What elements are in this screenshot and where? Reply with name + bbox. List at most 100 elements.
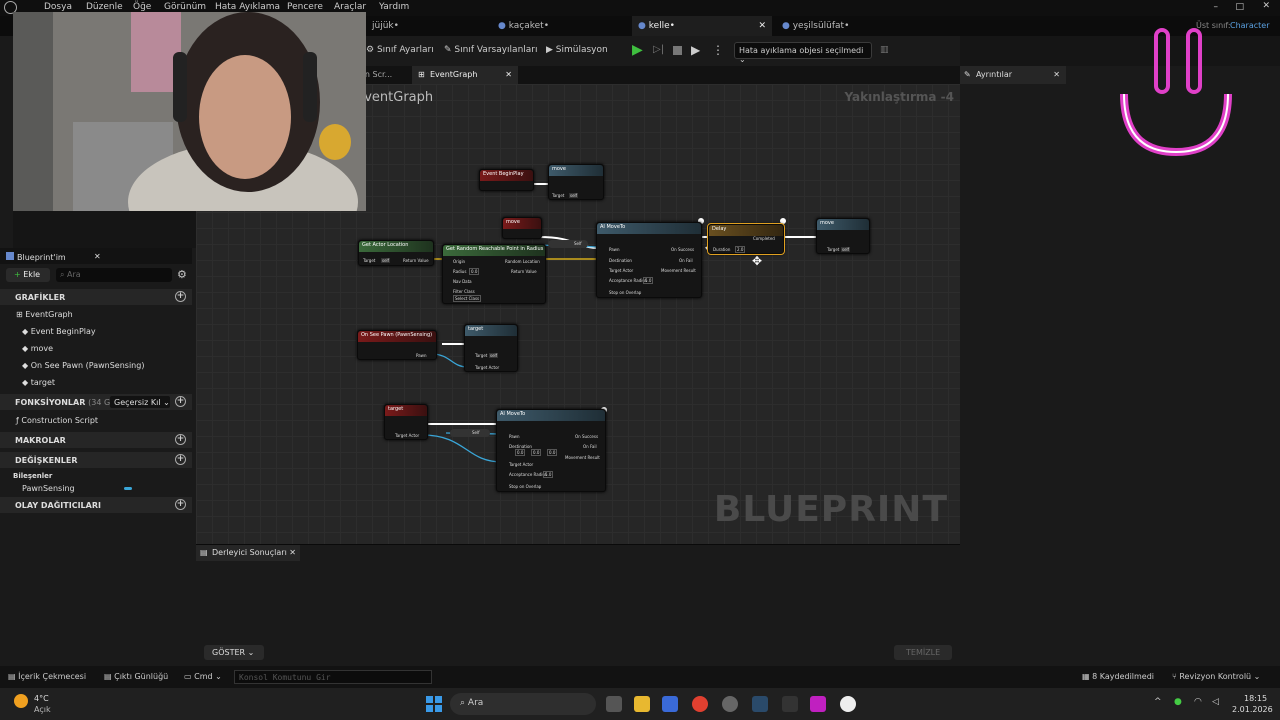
pin-target-actor[interactable]: Target Actor: [609, 268, 633, 273]
tree-item-construction-script[interactable]: ƒ Construction Script: [16, 416, 208, 425]
section-variables[interactable]: DEĞİŞKENLER +: [0, 452, 192, 468]
node-target-event[interactable]: target Target Actor: [384, 404, 428, 440]
content-drawer-button[interactable]: ▤ İçerik Çekmecesi: [8, 672, 86, 681]
pin-return-value[interactable]: Return Value: [511, 269, 537, 274]
add-macro-icon[interactable]: +: [175, 434, 186, 445]
node-get-actor-location[interactable]: Get Actor Location Target self Return Va…: [358, 240, 434, 266]
taskbar-search[interactable]: ⌕ Ara: [450, 693, 596, 715]
clock-time[interactable]: 18:15: [1244, 694, 1267, 703]
pin-target-actor[interactable]: Target Actor: [509, 462, 533, 467]
tab-kelle[interactable]: ● kelle• ✕: [632, 16, 772, 36]
step-icon[interactable]: ▷|: [653, 44, 664, 55]
pin-acceptance-radius[interactable]: Acceptance Radius: [509, 472, 547, 477]
more-options-icon[interactable]: ⋮: [712, 43, 724, 57]
tree-item-event-beginplay[interactable]: ◆ Event BeginPlay: [22, 327, 214, 336]
panel-tab[interactable]: Blueprint'im ✕: [0, 248, 192, 264]
node-random-reachable-point[interactable]: Get Random Reachable Point in Radius Ori…: [442, 244, 546, 304]
object-wire[interactable]: [421, 434, 503, 463]
tree-item-move[interactable]: ◆ move: [22, 344, 214, 353]
node-target-call[interactable]: target Target self Target Actor: [464, 324, 518, 372]
compiler-tab[interactable]: ▤ Derleyici Sonuçları ✕: [196, 545, 300, 561]
tab-kacaket[interactable]: ● kaçaket•: [492, 16, 628, 36]
weather-temp[interactable]: 4°C: [34, 694, 49, 703]
destination-x[interactable]: 0.0: [515, 449, 526, 456]
section-graphs[interactable]: GRAFİKLER +: [0, 289, 192, 305]
filter-class-select[interactable]: Select Class: [453, 295, 482, 302]
close-tab-icon[interactable]: ✕: [94, 252, 101, 261]
pin-on-fail[interactable]: On Fail: [583, 444, 597, 449]
section-functions[interactable]: FONKSİYONLAR (34 GEÇERSİZ Geçersiz Kıl ⌄…: [0, 394, 192, 410]
pin-pawn[interactable]: Pawn: [416, 353, 427, 358]
eject-icon[interactable]: ▶: [691, 43, 700, 57]
tab-yesilsulufat[interactable]: ● yeşilsülüfat•: [776, 16, 916, 36]
pin-target[interactable]: Target: [475, 353, 487, 358]
pin-target-actor[interactable]: Target Actor: [395, 433, 419, 438]
add-button[interactable]: + Ekle: [6, 268, 50, 282]
wifi-icon[interactable]: ◠: [1194, 697, 1202, 707]
duration-value[interactable]: 2.0: [735, 246, 746, 253]
add-variable-icon[interactable]: +: [175, 454, 186, 465]
destination-y[interactable]: 0.0: [531, 449, 542, 456]
details-tab[interactable]: ✎ Ayrıntılar ✕: [960, 66, 1066, 84]
node-ai-moveto-2[interactable]: AI MoveTo Pawn Destination 0.0 0.0 0.0 T…: [496, 409, 606, 492]
class-defaults-button[interactable]: ✎ Sınıf Varsayılanları: [444, 45, 538, 55]
section-macros[interactable]: MAKROLAR +: [0, 432, 192, 448]
pin-destination[interactable]: Destination: [609, 258, 632, 263]
file-explorer-icon[interactable]: [634, 696, 650, 712]
pin-completed[interactable]: Completed: [753, 236, 775, 241]
app-purple-icon[interactable]: [810, 696, 826, 712]
pin-duration[interactable]: Duration: [713, 247, 730, 252]
override-dropdown[interactable]: Geçersiz Kıl ⌄: [110, 396, 170, 408]
menu-view[interactable]: Görünüm: [164, 2, 206, 12]
show-button[interactable]: GÖSTER ⌄: [204, 645, 264, 660]
close-tab-icon[interactable]: ✕: [289, 548, 296, 557]
clear-button[interactable]: TEMİZLE: [894, 645, 952, 660]
stop-icon[interactable]: [673, 46, 682, 55]
acceptance-radius-value[interactable]: 5.0: [543, 471, 554, 478]
tab-event-graph[interactable]: ⊞ EventGraph ✕: [412, 66, 518, 84]
node-on-see-pawn[interactable]: On See Pawn (PawnSensing) Pawn: [357, 330, 437, 360]
maximize-icon[interactable]: □: [1235, 2, 1244, 12]
chrome-icon[interactable]: [692, 696, 708, 712]
node-ai-moveto[interactable]: AI MoveTo Pawn Destination Target Actor …: [596, 222, 702, 298]
minimize-icon[interactable]: –: [1214, 2, 1219, 12]
tree-item-event-graph[interactable]: ⊞ EventGraph: [16, 310, 208, 319]
steam-icon[interactable]: [752, 696, 768, 712]
pin-random-location[interactable]: Random Location: [505, 259, 540, 264]
tab-jujuk[interactable]: jüjük•: [366, 16, 488, 36]
close-icon[interactable]: ✕: [1262, 1, 1270, 11]
menu-actor[interactable]: Öğe: [133, 2, 151, 12]
console-input[interactable]: Konsol Komutunu Gir: [234, 670, 432, 684]
cmd-dropdown[interactable]: ▭ Cmd ⌄: [184, 672, 222, 681]
variable-pawn-sensing[interactable]: PawnSensing: [22, 484, 214, 493]
unreal-taskbar-icon[interactable]: [840, 696, 856, 712]
add-dispatcher-icon[interactable]: +: [175, 499, 186, 510]
acceptance-radius-value[interactable]: 5.0: [643, 277, 654, 284]
pin-on-fail[interactable]: On Fail: [679, 258, 693, 263]
epic-games-icon[interactable]: [782, 696, 798, 712]
menu-file[interactable]: Dosya: [44, 2, 72, 12]
menu-tools[interactable]: Araçlar: [334, 2, 366, 12]
pin-on-success[interactable]: On Success: [671, 247, 694, 252]
node-event-beginplay[interactable]: Event BeginPlay: [479, 169, 534, 191]
pin-return-value[interactable]: Return Value: [403, 258, 429, 263]
add-function-icon[interactable]: +: [175, 396, 186, 407]
tree-item-target[interactable]: ◆ target: [22, 378, 214, 387]
node-move-call-2[interactable]: move Target self: [816, 218, 870, 254]
pin-target-actor[interactable]: Target Actor: [475, 365, 499, 370]
pin-on-success[interactable]: On Success: [575, 434, 598, 439]
unsaved-button[interactable]: ▦ 8 Kaydedilmedi: [1082, 672, 1154, 681]
pin-stop-on-overlap[interactable]: Stop on Overlap: [609, 290, 641, 295]
menu-edit[interactable]: Düzenle: [86, 2, 123, 12]
pin-acceptance-radius[interactable]: Acceptance Radius: [609, 278, 647, 283]
pin-target[interactable]: Target: [552, 193, 564, 198]
pin-movement-result[interactable]: Movement Result: [661, 268, 696, 273]
pin-movement-result[interactable]: Movement Result: [565, 455, 600, 460]
close-tab-icon[interactable]: ✕: [1053, 70, 1060, 79]
destination-z[interactable]: 0.0: [547, 449, 558, 456]
section-event-dispatchers[interactable]: OLAY DAĞITICILARI +: [0, 497, 192, 513]
components-category[interactable]: Bileşenler: [13, 472, 205, 480]
pin-stop-on-overlap[interactable]: Stop on Overlap: [509, 484, 541, 489]
node-delay[interactable]: Delay Duration 2.0 Completed: [707, 223, 785, 255]
pin-target[interactable]: Target: [827, 247, 839, 252]
